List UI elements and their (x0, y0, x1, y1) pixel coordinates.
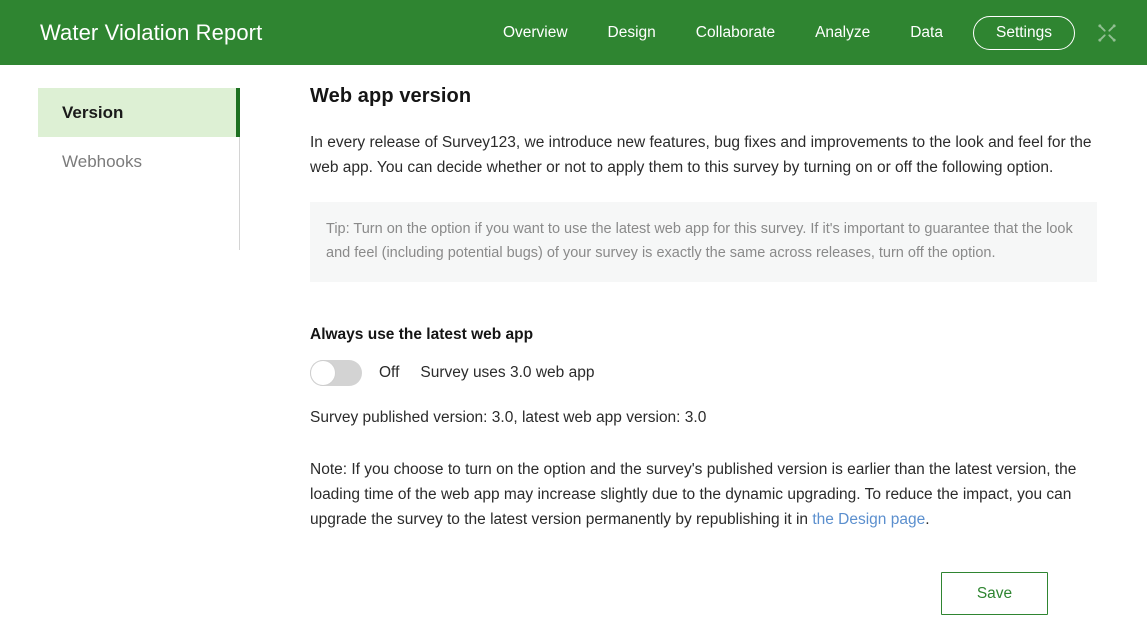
broken-link-icon[interactable] (1095, 21, 1119, 45)
note-text-after-link: . (925, 511, 930, 528)
version-info: Survey published version: 3.0, latest we… (310, 409, 707, 426)
main-navigation: Overview Design Collaborate Analyze Data… (483, 15, 1125, 50)
toggle-knob (311, 361, 335, 385)
sidebar-item-label: Webhooks (62, 151, 143, 171)
sidebar-item-webhooks[interactable]: Webhooks (38, 137, 240, 186)
latest-web-app-toggle[interactable] (310, 360, 362, 386)
page-body: Version Webhooks Web app version In ever… (0, 65, 1147, 615)
note-text-before-link: Note: If you choose to turn on the optio… (310, 461, 1077, 528)
sidebar-item-label: Version (62, 102, 124, 122)
nav-item-design[interactable]: Design (588, 18, 676, 48)
sidebar-item-version[interactable]: Version (38, 88, 240, 137)
nav-item-settings[interactable]: Settings (972, 15, 1075, 50)
settings-sidebar: Version Webhooks (0, 65, 240, 250)
nav-item-collaborate[interactable]: Collaborate (676, 18, 795, 48)
sidebar-divider (239, 137, 240, 250)
nav-item-overview[interactable]: Overview (483, 18, 588, 48)
footer-actions: Save (310, 572, 1097, 615)
nav-item-analyze[interactable]: Analyze (795, 18, 890, 48)
nav-item-data[interactable]: Data (890, 18, 963, 48)
design-page-link[interactable]: the Design page (812, 511, 925, 528)
toggle-row: Off Survey uses 3.0 web app (310, 360, 1097, 386)
settings-content: Web app version In every release of Surv… (240, 65, 1147, 615)
app-header: Water Violation Report Overview Design C… (0, 0, 1147, 65)
tip-text: Tip: Turn on the option if you want to u… (326, 221, 1073, 261)
page-title: Web app version (310, 85, 472, 107)
toggle-state-label: Off (379, 364, 400, 381)
intro-paragraph: In every release of Survey123, we introd… (310, 134, 1092, 176)
app-title: Water Violation Report (40, 19, 263, 45)
option-label: Always use the latest web app (310, 326, 534, 343)
tip-box: Tip: Turn on the option if you want to u… (310, 202, 1097, 282)
note-paragraph: Note: If you choose to turn on the optio… (310, 457, 1097, 532)
toggle-description: Survey uses 3.0 web app (420, 364, 595, 381)
save-button[interactable]: Save (941, 572, 1048, 615)
